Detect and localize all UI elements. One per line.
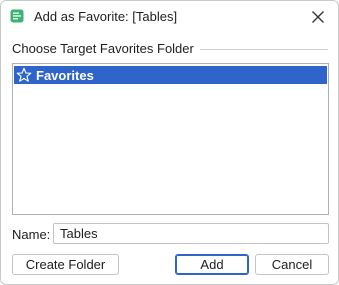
name-label: Name: bbox=[12, 227, 51, 242]
add-favorite-dialog: Add as Favorite: [Tables] Choose Target … bbox=[0, 0, 339, 285]
favorites-folder-tree[interactable]: Favorites bbox=[12, 63, 329, 215]
name-input[interactable] bbox=[53, 223, 329, 244]
star-icon bbox=[16, 67, 32, 82]
close-icon bbox=[312, 11, 324, 23]
tree-item-label: Favorites bbox=[36, 67, 94, 83]
create-folder-button[interactable]: Create Folder bbox=[12, 254, 119, 275]
database-table-icon bbox=[10, 9, 24, 23]
cancel-button[interactable]: Cancel bbox=[255, 254, 329, 275]
folder-group-label: Choose Target Favorites Folder bbox=[12, 41, 200, 56]
close-button[interactable] bbox=[306, 5, 330, 29]
tree-item-favorites[interactable]: Favorites bbox=[14, 66, 327, 84]
dialog-title: Add as Favorite: [Tables] bbox=[34, 9, 178, 24]
add-button[interactable]: Add bbox=[175, 254, 249, 275]
title-bar: Add as Favorite: [Tables] bbox=[1, 1, 338, 33]
